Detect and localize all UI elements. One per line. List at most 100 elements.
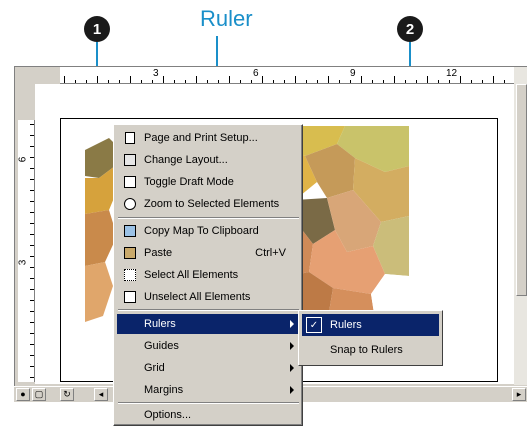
- zoom-selected-icon: [122, 196, 138, 212]
- ruler-tick: [30, 377, 34, 378]
- ruler-tick: [471, 80, 472, 83]
- ruler-tick: [207, 80, 208, 83]
- paste-shortcut: Ctrl+V: [255, 247, 286, 259]
- ruler-tick: [405, 80, 406, 83]
- ruler-tick: [97, 76, 98, 83]
- ruler-tick: [30, 179, 34, 180]
- callout-1: 1: [84, 16, 110, 42]
- submenu-arrow-icon: [290, 386, 294, 394]
- ruler-tick: [493, 76, 494, 83]
- ruler-tick: [438, 80, 439, 83]
- menu-item-options[interactable]: Options...: [117, 405, 300, 425]
- ruler-mark-9: 9: [350, 68, 356, 79]
- ruler-tick: [163, 76, 164, 83]
- data-view-button[interactable]: ●: [16, 388, 30, 401]
- draft-mode-icon: [122, 174, 138, 190]
- ruler-mark-6: 6: [253, 68, 259, 79]
- ruler-caption: Ruler: [200, 6, 253, 31]
- callout-2: 2: [397, 16, 423, 42]
- ruler-tick: [30, 223, 34, 224]
- ruler-tick: [196, 76, 197, 83]
- unselect-all-icon: [122, 289, 138, 305]
- vertical-scroll-thumb[interactable]: [516, 84, 527, 296]
- ruler-tick: [75, 80, 76, 83]
- menu-item-paste[interactable]: Paste Ctrl+V: [117, 243, 300, 263]
- ruler-tick: [185, 80, 186, 83]
- ruler-tick: [482, 80, 483, 83]
- ruler-tick: [427, 76, 428, 83]
- menu-item-unselect-all[interactable]: Unselect All Elements: [117, 287, 300, 307]
- ruler-tick: [350, 80, 351, 83]
- ruler-tick: [339, 80, 340, 83]
- ruler-tick: [30, 344, 34, 345]
- ruler-tick: [30, 234, 34, 235]
- ruler-tick: [229, 76, 230, 83]
- ruler-tick: [174, 80, 175, 83]
- ruler-tick: [30, 355, 34, 356]
- submenu-arrow-icon: [290, 342, 294, 350]
- ruler-tick: [218, 80, 219, 83]
- refresh-view-button[interactable]: ↻: [60, 388, 74, 401]
- menu-item-toggle-draft-mode[interactable]: Toggle Draft Mode: [117, 172, 300, 192]
- ruler-tick: [449, 80, 450, 83]
- submenu-item-rulers[interactable]: ✓ Rulers: [302, 314, 439, 336]
- ruler-tick: [361, 76, 362, 83]
- layout-view-button[interactable]: ▢: [32, 388, 46, 401]
- ruler-mark-12: 12: [446, 68, 458, 79]
- select-all-icon: [122, 267, 138, 283]
- page-setup-icon: [122, 130, 138, 146]
- ruler-tick: [30, 278, 34, 279]
- menu-item-rulers[interactable]: Rulers: [117, 314, 300, 334]
- ruler-tick: [119, 80, 120, 83]
- ruler-tick: [273, 80, 274, 83]
- ruler-tick: [30, 289, 34, 290]
- ruler-tick: [262, 76, 263, 83]
- menu-item-page-print-setup[interactable]: Page and Print Setup...: [117, 128, 300, 148]
- ruler-tick: [130, 76, 131, 83]
- menu-item-zoom-selected[interactable]: Zoom to Selected Elements: [117, 194, 300, 214]
- ruler-tick: [30, 322, 34, 323]
- paste-icon: [122, 245, 138, 261]
- menu-item-copy-map[interactable]: Copy Map To Clipboard: [117, 221, 300, 241]
- menu-item-grid[interactable]: Grid: [117, 358, 300, 378]
- menu-separator: [118, 217, 299, 219]
- menu-item-guides[interactable]: Guides: [117, 336, 300, 356]
- menu-separator: [118, 309, 299, 311]
- ruler-tick: [86, 80, 87, 83]
- ruler-tick: [30, 201, 34, 202]
- menu-item-margins[interactable]: Margins: [117, 380, 300, 400]
- rulers-submenu: ✓ Rulers Snap to Rulers: [298, 310, 443, 366]
- ruler-tick: [504, 80, 505, 83]
- ruler-tick: [30, 245, 34, 246]
- ruler-tick: [295, 76, 296, 83]
- ruler-tick: [30, 124, 34, 125]
- scroll-left-button[interactable]: ◂: [94, 388, 108, 401]
- ruler-tick: [30, 157, 34, 158]
- copy-map-icon: [122, 223, 138, 239]
- ruler-mark-3: 3: [153, 68, 159, 79]
- menu-item-select-all[interactable]: Select All Elements: [117, 265, 300, 285]
- layout-context-menu: Page and Print Setup... Change Layout...…: [113, 124, 303, 426]
- ruler-tick: [152, 80, 153, 83]
- ruler-tick: [30, 300, 34, 301]
- ruler-tick: [383, 80, 384, 83]
- ruler-tick: [251, 80, 252, 83]
- scroll-right-button[interactable]: ▸: [512, 388, 526, 401]
- ruler-tick: [240, 80, 241, 83]
- ruler-tick: [30, 190, 34, 191]
- ruler-tick: [460, 76, 461, 83]
- ruler-tick: [372, 80, 373, 83]
- menu-item-change-layout[interactable]: Change Layout...: [117, 150, 300, 170]
- submenu-item-snap-to-rulers[interactable]: Snap to Rulers: [302, 339, 439, 361]
- menu-separator: [118, 402, 299, 404]
- change-layout-icon: [122, 152, 138, 168]
- ruler-tick: [328, 76, 329, 83]
- ruler-tick: [141, 80, 142, 83]
- ruler-tick: [306, 80, 307, 83]
- ruler-tick: [30, 212, 34, 213]
- vruler-mark-3: 3: [17, 259, 29, 266]
- ruler-tick: [416, 80, 417, 83]
- vruler-mark-6: 6: [17, 156, 29, 163]
- ruler-tick: [30, 311, 34, 312]
- submenu-arrow-icon: [290, 320, 294, 328]
